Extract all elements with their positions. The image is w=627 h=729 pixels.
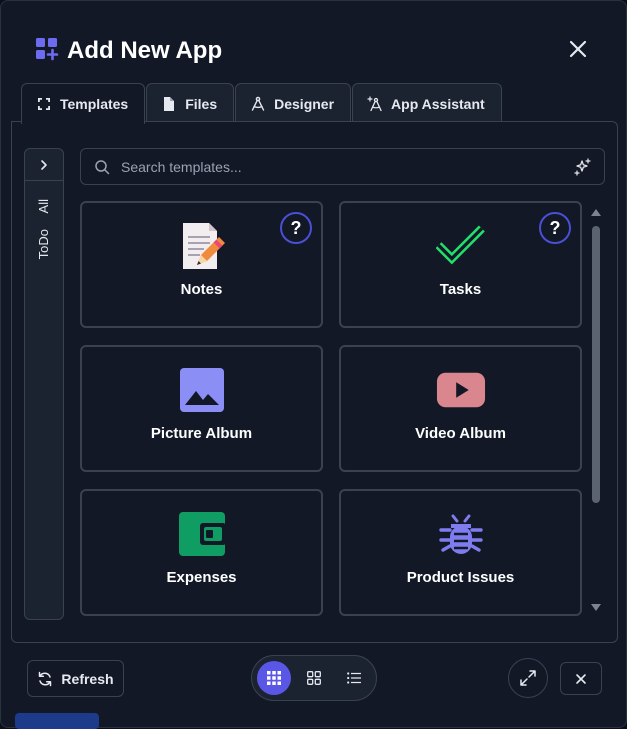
tab-files[interactable]: Files <box>146 83 235 123</box>
expand-button[interactable] <box>508 658 548 698</box>
template-label: Picture Album <box>150 425 253 442</box>
apps-add-icon <box>36 38 59 61</box>
sidebar-toggle[interactable] <box>25 149 63 181</box>
refresh-label: Refresh <box>61 670 114 687</box>
search-input[interactable] <box>121 157 561 177</box>
template-card-expenses[interactable]: Expenses <box>80 489 323 616</box>
tab-label: Designer <box>274 95 335 112</box>
tab-bar: Templates Files Designer App Assistant <box>21 83 503 124</box>
chevron-right-icon <box>41 159 47 170</box>
tab-app-assistant[interactable]: App Assistant <box>352 83 502 123</box>
memo-pencil-icon <box>177 221 227 271</box>
scrollbar-thumb[interactable] <box>592 226 600 503</box>
template-card-tasks[interactable]: Tasks ? <box>339 201 582 328</box>
file-icon <box>164 96 175 111</box>
grid-3x3-icon <box>267 671 281 685</box>
template-card-product-issues[interactable]: Product Issues <box>339 489 582 616</box>
scroll-down-arrow-icon[interactable] <box>589 602 603 614</box>
grid-dots-icon <box>38 98 50 110</box>
category-all[interactable]: All <box>36 199 51 213</box>
close-icon <box>576 673 586 684</box>
dialog-title: Add New App <box>67 37 223 64</box>
large-grid-view-button[interactable] <box>257 661 291 695</box>
bug-icon <box>436 509 486 559</box>
tab-templates[interactable]: Templates <box>21 83 146 124</box>
list-icon <box>347 672 361 684</box>
compass-drafting-icon <box>251 96 265 111</box>
help-button[interactable]: ? <box>280 212 312 244</box>
refresh-icon <box>39 671 52 686</box>
youtube-play-icon <box>436 365 486 415</box>
refresh-button[interactable]: Refresh <box>27 660 124 697</box>
help-button[interactable]: ? <box>539 212 571 244</box>
dialog-header: Add New App <box>1 1 627 83</box>
view-mode-toggle <box>251 655 377 701</box>
templates-scrollbar[interactable] <box>589 204 603 616</box>
search-icon <box>95 160 110 175</box>
image-icon <box>177 365 227 415</box>
tab-label: Files <box>185 95 218 112</box>
scroll-up-arrow-icon[interactable] <box>589 206 603 218</box>
checkmark-icon <box>435 221 486 271</box>
search-box <box>80 148 605 185</box>
template-card-video-album[interactable]: Video Album <box>339 345 582 472</box>
sparkle-icon[interactable] <box>574 158 592 176</box>
template-label: Notes <box>180 281 223 298</box>
wallet-icon <box>177 509 227 559</box>
template-label: Product Issues <box>406 569 515 586</box>
close-icon[interactable] <box>567 38 589 60</box>
grid-view-button[interactable] <box>297 661 331 695</box>
template-card-notes[interactable]: Notes ? <box>80 201 323 328</box>
tab-label: App Assistant <box>391 95 485 112</box>
template-label: Tasks <box>439 281 482 298</box>
template-card-picture-album[interactable]: Picture Album <box>80 345 323 472</box>
list-view-button[interactable] <box>337 661 371 695</box>
expand-arrows-icon <box>520 670 536 686</box>
tab-label: Templates <box>60 96 129 112</box>
sparkle-compass-icon <box>367 95 382 111</box>
template-label: Video Album <box>415 425 506 442</box>
footer-close-button[interactable] <box>560 662 602 695</box>
add-app-dialog: Add New App Templates Files Designer App… <box>0 0 627 729</box>
template-label: Expenses <box>166 569 237 586</box>
tab-designer[interactable]: Designer <box>235 83 352 123</box>
category-sidebar: All ToDo <box>24 148 64 620</box>
category-todo[interactable]: ToDo <box>36 229 51 259</box>
background-button-fragment <box>15 713 99 729</box>
grid-2x2-icon <box>307 671 321 685</box>
